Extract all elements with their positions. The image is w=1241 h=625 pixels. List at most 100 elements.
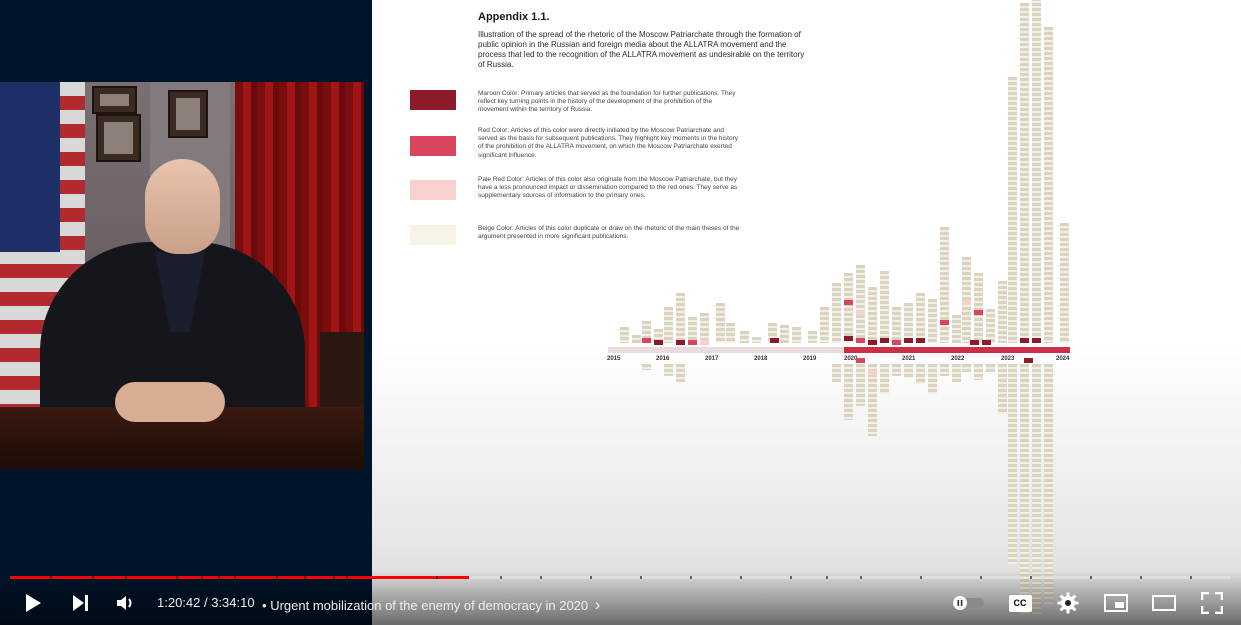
legend-swatch (410, 180, 456, 200)
article-stack (792, 327, 801, 343)
article-marker (856, 338, 865, 343)
cc-icon-label: CC (1013, 598, 1027, 608)
chapter-marker (740, 576, 742, 579)
next-button[interactable] (67, 590, 93, 616)
chapter-bullet: • (262, 598, 267, 613)
wall-picture (96, 114, 141, 162)
chapter-marker (346, 576, 348, 579)
article-stack (740, 331, 749, 343)
cc-icon: CC (1008, 594, 1032, 612)
autoplay-toggle-icon (952, 596, 984, 610)
theater-button[interactable] (1150, 590, 1178, 616)
article-stack (620, 327, 629, 343)
legend-item-red: Red Color: Articles of this color were d… (410, 127, 750, 167)
chapter-marker (920, 576, 922, 579)
miniplayer-button[interactable] (1102, 590, 1130, 616)
article-stack (632, 335, 641, 343)
chapter-marker (500, 576, 502, 579)
wall-picture (92, 86, 137, 114)
theater-icon (1152, 595, 1176, 611)
article-marker (700, 340, 709, 345)
slide: Appendix 1.1. Illustration of the spread… (372, 0, 1241, 625)
gear-icon (1057, 592, 1079, 614)
article-stack (892, 307, 901, 343)
article-stack (726, 323, 735, 343)
article-stack (642, 364, 651, 370)
cabinet (320, 332, 364, 412)
article-stack (952, 315, 961, 343)
year-label: 2023 (1001, 356, 1015, 362)
time-separator: / (200, 595, 212, 610)
timeline-axis-highlight (844, 347, 1070, 353)
chapter-marker (92, 576, 94, 579)
article-stack (868, 287, 877, 343)
article-marker (974, 310, 983, 315)
chapter-marker (1030, 576, 1032, 579)
article-marker (1032, 338, 1041, 343)
article-stack (904, 303, 913, 343)
article-stack (998, 364, 1007, 414)
autoplay-toggle[interactable] (950, 590, 986, 616)
article-marker (970, 340, 979, 345)
article-stack (832, 283, 841, 343)
volume-button[interactable] (112, 590, 138, 616)
article-marker (940, 320, 949, 325)
next-icon (73, 595, 88, 611)
video-frame-left (0, 0, 372, 625)
legend-swatch (410, 136, 456, 156)
article-stack (962, 364, 971, 372)
chapter-marker (1090, 576, 1092, 579)
article-marker (1024, 358, 1033, 363)
article-stack (986, 364, 995, 372)
chapter-marker (50, 576, 52, 579)
article-stack (916, 364, 925, 384)
legend-swatch (410, 90, 456, 110)
presenter-hands (115, 382, 225, 422)
article-marker (892, 340, 901, 345)
article-stack (904, 364, 913, 378)
chapter-marker (436, 576, 438, 579)
article-stack (940, 364, 949, 376)
article-stack (676, 364, 685, 382)
article-stack (820, 307, 829, 343)
year-label: 2017 (705, 356, 719, 362)
video-player[interactable]: Appendix 1.1. Illustration of the spread… (0, 0, 1241, 625)
article-stack (974, 364, 983, 380)
article-marker (904, 338, 913, 343)
wall-picture (168, 90, 208, 138)
article-marker (856, 310, 865, 315)
settings-button[interactable] (1054, 590, 1082, 616)
chapter-marker (640, 576, 642, 579)
article-stack (1060, 223, 1069, 343)
article-marker (688, 340, 697, 345)
fullscreen-button[interactable] (1198, 590, 1226, 616)
year-label: 2019 (803, 356, 817, 362)
article-stack (998, 281, 1007, 343)
article-stack (880, 364, 889, 394)
article-stack (892, 364, 901, 376)
article-stack (832, 364, 841, 382)
legend-text: Maroon Color: Primary articles that serv… (478, 90, 736, 114)
article-marker (880, 338, 889, 343)
year-label: 2021 (902, 356, 916, 362)
article-stack (986, 309, 995, 343)
article-stack (752, 337, 761, 343)
article-marker (962, 300, 971, 305)
slide-subtitle: Illustration of the spread of the rhetor… (478, 30, 805, 69)
article-stack (880, 271, 889, 343)
article-stack (716, 303, 725, 343)
miniplayer-icon (1104, 594, 1128, 612)
article-stack (916, 293, 925, 343)
play-button[interactable] (20, 590, 46, 616)
chapter-marker (234, 576, 236, 579)
chapter-marker (1190, 576, 1192, 579)
chapter-button[interactable]: • Urgent mobilization of the enemy of de… (262, 595, 600, 615)
article-marker (676, 340, 685, 345)
captions-button[interactable]: CC (1006, 590, 1034, 616)
chapter-marker (980, 576, 982, 579)
chapter-marker (304, 576, 306, 579)
legend-swatch (410, 225, 456, 245)
legend-text: Pale Red Color: Articles of this color a… (478, 176, 738, 200)
legend-item-maroon: Maroon Color: Primary articles that serv… (410, 90, 750, 130)
play-icon (26, 594, 41, 612)
